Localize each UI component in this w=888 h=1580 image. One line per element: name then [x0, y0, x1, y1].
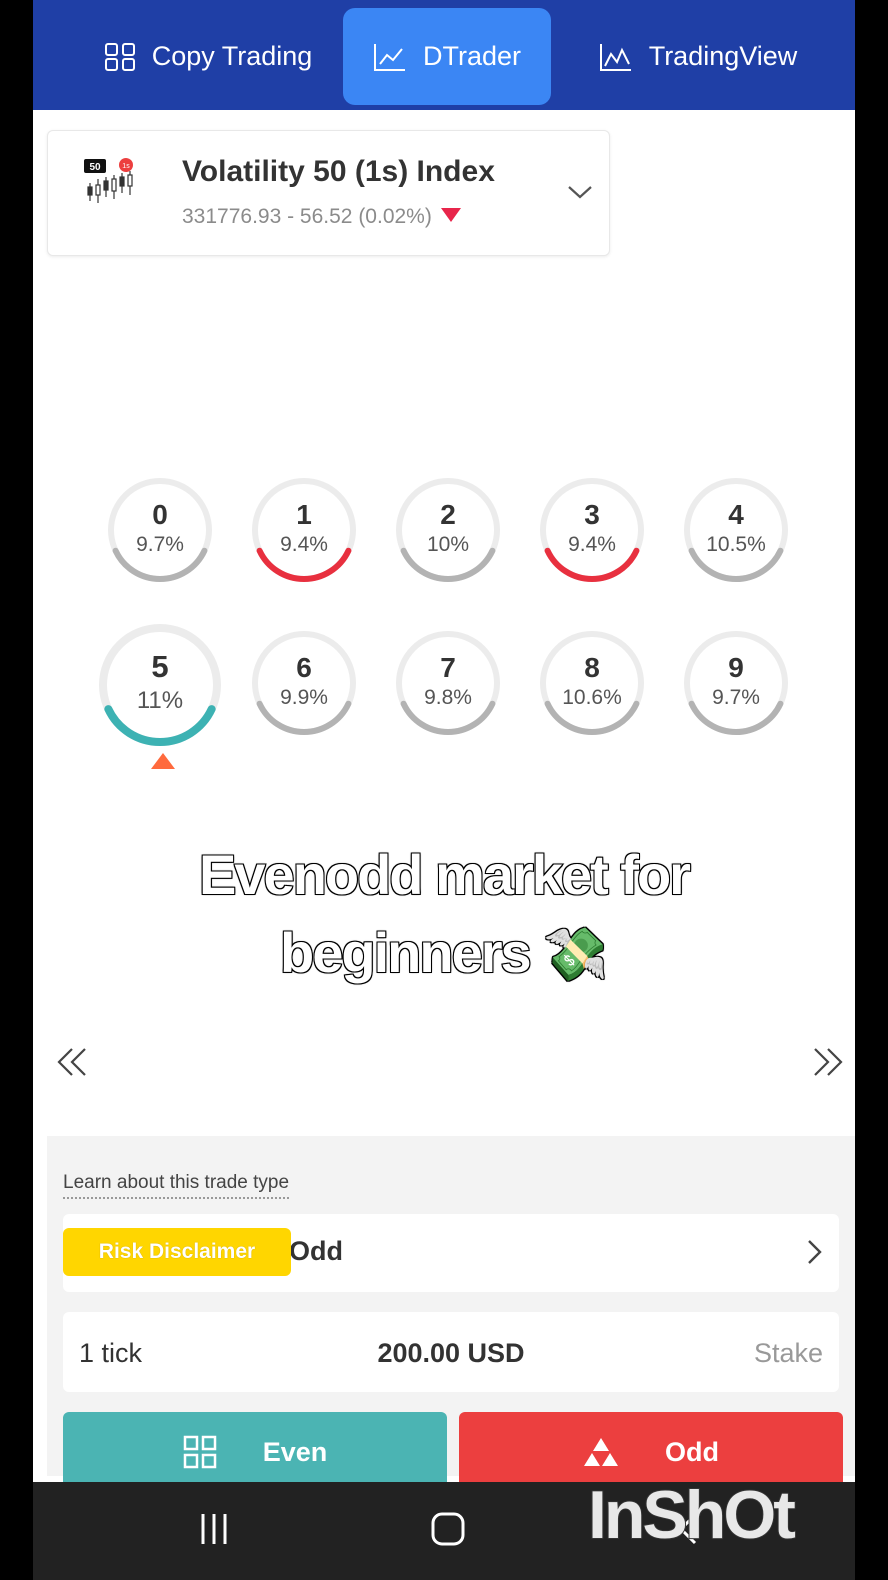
market-logo-icon: 50 1s — [84, 157, 136, 214]
market-logo-badge: 50 — [89, 162, 101, 173]
caption-line-2: beginners 💸 — [33, 920, 855, 985]
even-button[interactable]: Even — [63, 1412, 447, 1492]
recent-apps-icon[interactable] — [198, 1512, 230, 1551]
digit-stat[interactable]: 5 11% — [98, 623, 222, 747]
digit-percent: 10.5% — [706, 533, 766, 556]
stake-row[interactable]: 1 tick 200.00 USD Stake — [63, 1312, 839, 1392]
line-chart-icon — [373, 42, 407, 72]
caption-line-2-text: beginners — [279, 920, 533, 985]
double-chevron-right-icon[interactable] — [811, 1046, 845, 1083]
odd-triangles-icon — [583, 1437, 619, 1467]
digit-stat[interactable]: 8 10.6% — [539, 630, 645, 736]
digit-value: 1 — [296, 499, 312, 530]
grid-icon — [104, 42, 136, 72]
digit-stat[interactable]: 9 9.7% — [683, 630, 789, 736]
even-squares-icon — [183, 1435, 217, 1469]
market-selector[interactable]: 50 1s Volatility 50 (1s) Index 331776.93… — [47, 130, 610, 256]
tab-copy-trading[interactable]: Copy Trading — [73, 8, 343, 105]
digit-percent: 10.6% — [562, 686, 622, 709]
digit-stat[interactable]: 2 10% — [395, 477, 501, 583]
stake-label: Stake — [753, 1338, 823, 1368]
digit-value: 0 — [152, 499, 168, 530]
top-navigation: Copy Trading DTrader TradingView — [33, 0, 855, 110]
digit-value: 6 — [296, 652, 312, 683]
current-digit-pointer-icon — [150, 752, 176, 775]
market-quote: 331776.93 - 56.52 (0.02%) — [182, 205, 462, 229]
odd-button-label: Odd — [665, 1436, 719, 1467]
even-button-label: Even — [262, 1436, 328, 1467]
digit-percent: 9.9% — [280, 686, 328, 709]
chevron-right-icon — [805, 1238, 823, 1271]
digit-value: 2 — [440, 499, 456, 530]
trade-type-label: Odd — [289, 1236, 343, 1266]
down-triangle-icon — [440, 205, 462, 229]
market-name: Volatility 50 (1s) Index — [182, 155, 495, 188]
app-screen: Copy Trading DTrader TradingView 50 1s V… — [33, 0, 855, 1580]
digit-percent: 9.4% — [568, 533, 616, 556]
digit-stat[interactable]: 3 9.4% — [539, 477, 645, 583]
digit-percent: 9.7% — [712, 686, 760, 709]
digit-percent: 9.7% — [136, 533, 184, 556]
digit-stat[interactable]: 6 9.9% — [251, 630, 357, 736]
digit-stat[interactable]: 1 9.4% — [251, 477, 357, 583]
digit-stat[interactable]: 7 9.8% — [395, 630, 501, 736]
chart-icon — [599, 42, 633, 72]
risk-disclaimer-badge[interactable]: Risk Disclaimer — [63, 1228, 291, 1276]
tab-dtrader-label: DTrader — [422, 41, 522, 71]
digit-value: 5 — [151, 649, 169, 684]
double-chevron-left-icon[interactable] — [55, 1046, 89, 1083]
market-quote-text: 331776.93 - 56.52 (0.02%) — [182, 205, 432, 228]
digit-stat[interactable]: 0 9.7% — [107, 477, 213, 583]
market-logo-tag: 1s — [122, 163, 130, 170]
digit-value: 3 — [584, 499, 600, 530]
inshot-watermark: InShOt — [587, 1476, 797, 1554]
digit-value: 8 — [584, 652, 600, 683]
tab-tradingview[interactable]: TradingView — [573, 8, 823, 105]
digit-percent: 9.8% — [424, 686, 472, 709]
tab-dtrader[interactable]: DTrader — [343, 8, 551, 105]
digit-ring — [99, 624, 221, 746]
tab-tradingview-label: TradingView — [648, 41, 798, 71]
digit-value: 4 — [728, 499, 744, 530]
digit-value: 7 — [440, 652, 456, 683]
digit-value: 9 — [728, 652, 744, 683]
stake-amount: 200.00 USD — [377, 1338, 525, 1368]
digit-percent: 11% — [136, 687, 184, 714]
tab-copy-trading-label: Copy Trading — [151, 41, 313, 71]
money-wings-icon: 💸 — [543, 926, 608, 984]
digit-percent: 10% — [426, 533, 470, 556]
learn-trade-type-link[interactable]: Learn about this trade type — [63, 1172, 290, 1199]
digit-percent: 9.4% — [280, 533, 328, 556]
digit-stat[interactable]: 4 10.5% — [683, 477, 789, 583]
home-icon[interactable] — [431, 1512, 465, 1551]
chevron-down-icon[interactable] — [566, 183, 594, 206]
caption-line-1: Evenodd market for — [198, 842, 692, 907]
